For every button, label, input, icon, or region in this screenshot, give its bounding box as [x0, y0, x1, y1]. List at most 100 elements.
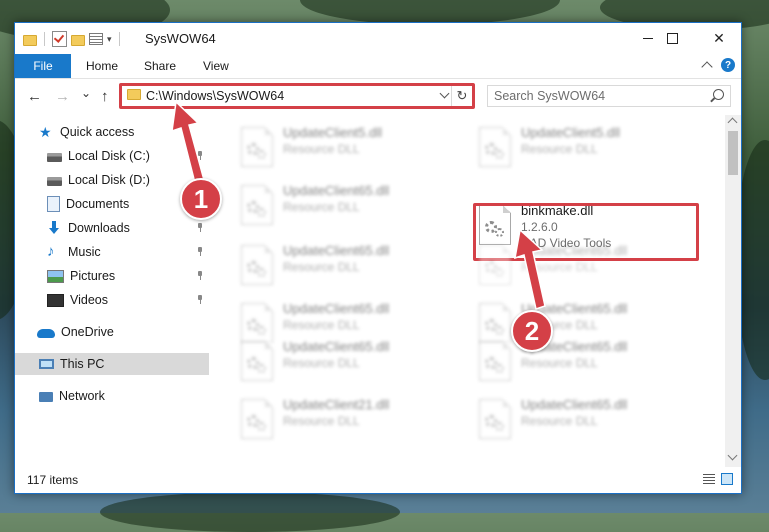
tab-share[interactable]: Share	[144, 54, 176, 78]
help-icon[interactable]: ?	[721, 58, 735, 72]
sidebar-item-downloads[interactable]: Downloads	[15, 217, 209, 239]
dll-file-icon	[479, 127, 511, 167]
sidebar-item-music[interactable]: ♪ Music	[15, 241, 209, 263]
search-box[interactable]	[487, 85, 731, 107]
pin-icon	[197, 271, 203, 280]
sidebar-item-label: Downloads	[68, 221, 130, 235]
download-icon	[47, 221, 62, 235]
file-name: UpdateClient65.dll	[283, 183, 390, 198]
sidebar-item-label: Local Disk (D:)	[68, 173, 150, 187]
star-icon: ★	[39, 124, 52, 140]
step-badge-2: 2	[511, 310, 553, 352]
file-item[interactable]: UpdateClient65.dll Resource DLL	[475, 335, 695, 387]
sidebar-item-pictures[interactable]: Pictures	[15, 265, 209, 287]
sidebar-item-onedrive[interactable]: OneDrive	[15, 321, 209, 343]
file-item[interactable]: UpdateClient65.dll Resource DLL	[237, 239, 457, 291]
sidebar-item-label: Music	[68, 245, 101, 259]
sidebar-item-label: Videos	[70, 293, 108, 307]
drive-icon	[47, 177, 62, 186]
window-title: SysWOW64	[145, 31, 216, 46]
new-folder-icon[interactable]	[71, 34, 85, 46]
ribbon: File Home Share View ?	[15, 54, 741, 79]
file-type: Resource DLL	[283, 200, 360, 214]
file-name: UpdateClient5.dll	[521, 125, 621, 140]
forward-arrow-icon[interactable]: →	[55, 88, 70, 105]
sidebar-item-local-disk-c[interactable]: Local Disk (C:)	[15, 145, 209, 167]
tab-view[interactable]: View	[203, 54, 229, 78]
pin-icon	[197, 247, 203, 256]
item-count: 117 items	[27, 473, 79, 487]
collapse-ribbon-icon[interactable]	[701, 61, 713, 73]
file-item[interactable]: UpdateClient65.dll Resource DLL	[475, 239, 695, 291]
toolbar-separator	[44, 32, 45, 46]
pin-icon	[197, 223, 203, 232]
file-type: Resource DLL	[521, 414, 598, 428]
sidebar-item-local-disk-d[interactable]: Local Disk (D:)	[15, 169, 209, 191]
sidebar-item-quick-access[interactable]: ★ Quick access	[15, 121, 209, 143]
sidebar-item-label: Pictures	[70, 269, 116, 283]
recent-locations-chevron-icon[interactable]: ⌄	[81, 86, 91, 100]
file-item[interactable]: UpdateClient5.dll Resource DLL	[237, 121, 457, 173]
search-icon[interactable]	[713, 89, 724, 100]
file-type: Resource DLL	[521, 356, 598, 370]
properties-check-icon[interactable]	[52, 31, 67, 47]
file-item[interactable]: UpdateClient5.dll Resource DLL	[475, 121, 695, 173]
up-arrow-icon[interactable]: ↑	[101, 88, 109, 105]
sidebar-item-label: Documents	[66, 197, 130, 211]
maximize-button[interactable]	[649, 23, 695, 54]
address-highlight-box	[119, 83, 475, 109]
dll-file-icon	[241, 399, 273, 439]
back-arrow-icon[interactable]: ←	[27, 88, 42, 105]
file-type: Resource DLL	[283, 260, 360, 274]
dll-file-icon	[241, 185, 273, 225]
file-name: UpdateClient65.dll	[283, 243, 390, 258]
file-list: UpdateClient5.dll Resource DLL UpdateCli…	[211, 115, 727, 467]
file-type: Resource DLL	[283, 318, 360, 332]
sidebar-item-this-pc[interactable]: This PC	[15, 353, 209, 375]
dll-file-icon	[479, 245, 511, 285]
tiles-view-icon[interactable]	[721, 473, 733, 485]
close-icon: ✕	[713, 30, 725, 46]
sidebar-item-label: Local Disk (C:)	[68, 149, 150, 163]
tab-home[interactable]: Home	[86, 54, 118, 78]
sidebar-item-label: OneDrive	[61, 325, 114, 339]
file-item[interactable]: UpdateClient65.dll Resource DLL	[237, 335, 457, 387]
file-name: UpdateClient65.dll	[283, 301, 390, 316]
customize-toolbar-chevron-icon[interactable]: ▾	[107, 34, 112, 45]
file-type: Resource DLL	[521, 142, 598, 156]
close-button[interactable]: ✕	[696, 23, 742, 54]
file-type: Resource DLL	[283, 414, 360, 428]
search-input[interactable]	[494, 88, 694, 104]
sidebar-item-videos[interactable]: Videos	[15, 289, 209, 311]
sidebar-item-label: Network	[59, 389, 105, 403]
scroll-down-icon[interactable]	[727, 450, 738, 461]
scroll-up-icon[interactable]	[727, 117, 738, 128]
sidebar-item-label: Quick access	[60, 125, 135, 139]
dll-file-icon	[241, 127, 273, 167]
computer-icon	[39, 359, 54, 369]
dll-file-icon	[241, 341, 273, 381]
videos-icon	[47, 294, 64, 307]
pin-icon	[197, 295, 203, 304]
file-item[interactable]: UpdateClient21.dll Resource DLL	[237, 393, 457, 445]
vertical-scrollbar[interactable]	[725, 115, 741, 467]
pictures-icon	[47, 270, 64, 283]
navigation-pane: ★ Quick access Local Disk (C:) Local Dis…	[15, 115, 209, 467]
file-type: Resource DLL	[283, 142, 360, 156]
sidebar-item-network[interactable]: Network	[15, 385, 209, 407]
quick-access-toolbar: ▾	[23, 31, 123, 47]
details-view-icon[interactable]	[703, 474, 715, 485]
status-bar: 117 items	[15, 467, 741, 493]
file-item[interactable]: UpdateClient65.dll Resource DLL	[237, 179, 457, 231]
pin-icon	[197, 151, 203, 160]
properties-icon[interactable]	[89, 33, 103, 45]
file-item[interactable]: UpdateClient65.dll Resource DLL	[475, 393, 695, 445]
tab-file[interactable]: File	[15, 54, 71, 78]
sidebar-item-label: This PC	[60, 357, 105, 371]
cloud-icon	[37, 329, 55, 338]
scrollbar-thumb[interactable]	[728, 131, 738, 175]
drive-icon	[47, 153, 62, 162]
address-row: ← → ⌄ ↑ C:\Windows\SysWOW64 ↻	[15, 79, 741, 113]
file-type: Resource DLL	[521, 260, 598, 274]
dll-file-icon	[241, 245, 273, 285]
